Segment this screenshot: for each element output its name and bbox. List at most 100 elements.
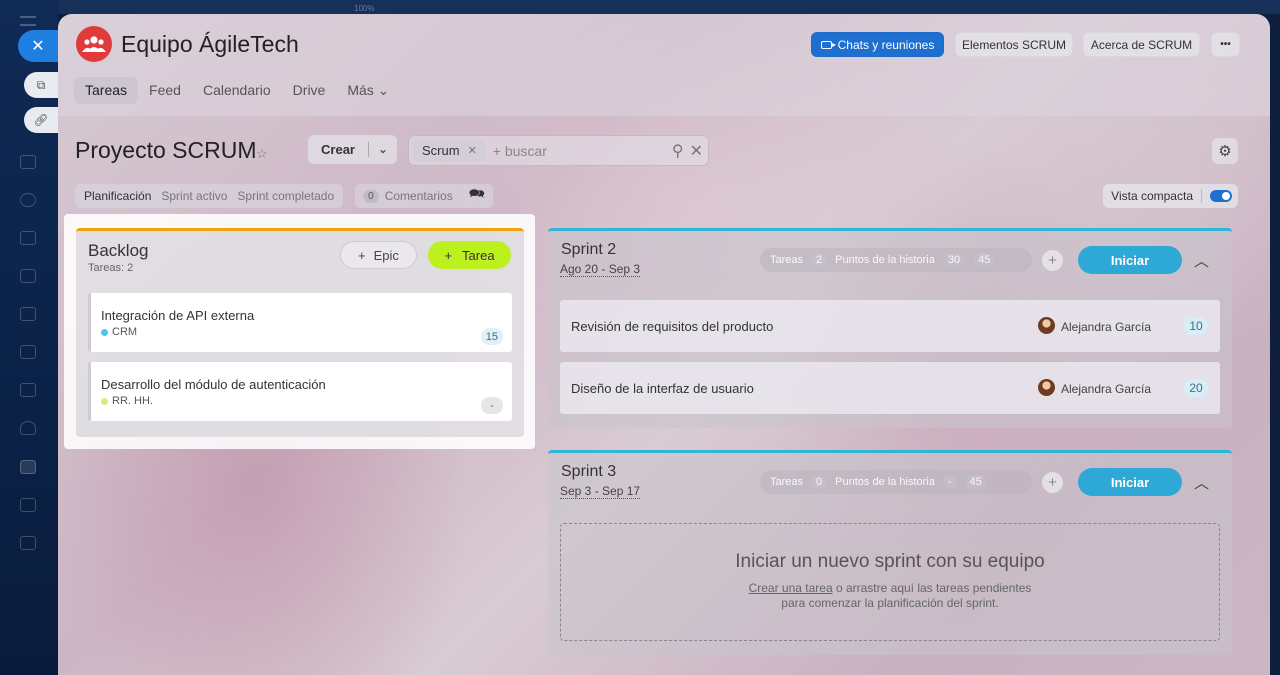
main-panel: Equipo ÁgileTech Chats y reuniones Eleme… [58,14,1270,675]
chevron-up-icon[interactable]: ︿ [1194,250,1209,271]
external-link-icon: ⧉ [36,77,46,92]
tab-sprint-completado[interactable]: Sprint completado [232,189,339,203]
mode-tabs: Planificación Sprint activo Sprint compl… [75,184,493,208]
sprint-task-row[interactable]: Diseño de la interfaz de usuario Alejand… [560,362,1220,414]
tab-sprint-activo[interactable]: Sprint activo [156,189,232,203]
task-name[interactable]: Integración de API externa [101,308,254,323]
assignee-name[interactable]: Alejandra García [1061,320,1151,334]
filter-chip[interactable]: Scrum ✕ [414,139,485,162]
add-epic-button[interactable]: + Epic [340,241,417,269]
rail-nav-icon[interactable] [20,345,36,359]
sprint-dates[interactable]: Sep 3 - Sep 17 [560,484,641,499]
start-sprint-button[interactable]: Iniciar [1078,246,1182,274]
close-slider-button[interactable]: ✕ [18,30,58,62]
team-logo [76,26,112,62]
scrum-elements-button[interactable]: Elementos SCRUM [955,32,1073,57]
avatar[interactable] [1038,379,1055,396]
tasks-label: Tareas [770,254,804,266]
chats-meetings-button[interactable]: Chats y reuniones [811,32,944,57]
tab-planificacion[interactable]: Planificación [79,189,156,203]
team-title[interactable]: Equipo ÁgileTech [121,31,299,58]
toggle-switch[interactable] [1210,190,1232,202]
menu-icon[interactable] [20,16,36,26]
copy-link-button[interactable]: 🔗︎ [24,107,58,133]
tab-calendario[interactable]: Calendario [192,77,282,104]
rail-nav-icon[interactable] [20,155,36,169]
filter-icon[interactable] [20,498,36,512]
tab-drive[interactable]: Drive [282,77,337,104]
backlog-task-card[interactable]: Desarrollo del módulo de autenticación R… [88,362,512,421]
comments-label: Comentarios [384,189,453,203]
sprint-dates[interactable]: Ago 20 - Sep 3 [560,262,641,277]
clear-icon[interactable]: ✕ [690,141,703,161]
team-tabs: Tareas Feed Calendario Drive Más ⌄ [74,77,400,104]
create-task-link[interactable]: Crear una tarea [749,581,833,595]
story-points-badge[interactable]: 10 [1184,317,1208,335]
compact-view-label: Vista compacta [1111,189,1193,203]
plus-icon: + [444,247,453,263]
epic-color-dot [101,328,108,336]
assignee-name[interactable]: Alejandra García [1061,382,1151,396]
story-points-badge[interactable]: - [481,397,503,414]
create-label: Crear [321,142,355,157]
sprint-name[interactable]: Sprint 3 [561,463,616,481]
page-title: Proyecto SCRUM [75,137,257,163]
tab-mas[interactable]: Más ⌄ [336,77,400,104]
contacts-icon[interactable] [20,421,36,435]
backlog-task-card[interactable]: Integración de API externa CRM 15 [88,293,512,352]
tasks-count: 2 [811,253,828,267]
story-points-total: 45 [973,253,996,267]
left-rail: ✕ ⧉ 🔗︎ [0,0,58,675]
add-task-button[interactable]: + Tarea [428,241,511,269]
story-points-badge[interactable]: 15 [480,328,503,345]
backlog-title: Backlog [88,241,149,260]
chevron-up-icon[interactable]: ︿ [1194,472,1209,493]
search-input[interactable]: + buscar [493,143,672,159]
mail-icon[interactable] [20,383,36,397]
task-name[interactable]: Revisión de requisitos del producto [571,319,773,334]
about-scrum-button[interactable]: Acerca de SCRUM [1083,32,1200,57]
backlog-column: Backlog Tareas: 2 + Epic + Tarea Integra… [76,228,524,437]
add-task-label: Tarea [462,247,495,263]
sprint-task-row[interactable]: Revisión de requisitos del producto Alej… [560,300,1220,352]
calendar-icon[interactable] [20,231,36,245]
task-name[interactable]: Desarrollo del módulo de autenticación [101,377,326,392]
task-epic-tag[interactable]: RR. HH. [101,395,153,407]
tasks-label: Tareas [770,476,804,488]
open-in-new-window-button[interactable]: ⧉ [24,72,58,98]
add-epic-label: Epic [373,247,399,263]
more-menu-button[interactable]: ••• [1211,32,1240,57]
remove-filter-icon[interactable]: ✕ [468,144,477,157]
tasks-icon[interactable] [20,460,36,474]
add-sprint-task-button[interactable]: + [1042,250,1063,271]
start-sprint-button[interactable]: Iniciar [1078,468,1182,496]
task-name[interactable]: Diseño de la interfaz de usuario [571,381,754,396]
document-icon[interactable] [20,269,36,283]
story-points-total: 45 [964,475,987,489]
settings-button[interactable]: ⚙ [1212,138,1238,164]
sprint-drop-zone[interactable]: Iniciar un nuevo sprint con su equipo Cr… [560,523,1220,641]
avatar[interactable] [1038,317,1055,334]
sprint-card: Sprint 2 Ago 20 - Sep 3 Tareas 2 Puntos … [548,228,1232,428]
add-sprint-task-button[interactable]: + [1042,472,1063,493]
empty-sprint-text-1: o arrastre aquí las tareas pendientes [832,581,1032,595]
search-icon[interactable]: ⚲ [672,141,684,161]
rail-nav-icon[interactable] [20,536,36,550]
plus-icon: + [1048,474,1057,491]
empty-sprint-text-2: para comenzar la planificación del sprin… [781,596,999,610]
story-points-badge[interactable]: 20 [1184,379,1208,397]
compact-view-toggle[interactable]: Vista compacta [1103,184,1238,208]
task-epic-tag[interactable]: CRM [101,326,137,338]
rail-nav-icon[interactable] [20,193,36,207]
pin-icon[interactable]: ☆ [256,146,268,162]
search-filter[interactable]: Scrum ✕ + buscar ⚲ ✕ [408,135,709,166]
tab-tareas[interactable]: Tareas [74,77,139,104]
tab-feed[interactable]: Feed [138,77,192,104]
chat-icon[interactable] [20,307,36,321]
comments-button[interactable]: 0 Comentarios 🗪︎ [355,184,493,208]
story-points-done: - [942,475,957,489]
chevron-down-icon[interactable]: ⌄ [369,143,397,156]
chat-bubbles-icon[interactable]: 🗪︎ [469,185,485,207]
sprint-name[interactable]: Sprint 2 [561,241,616,259]
create-button[interactable]: Crear ⌄ [308,135,397,164]
